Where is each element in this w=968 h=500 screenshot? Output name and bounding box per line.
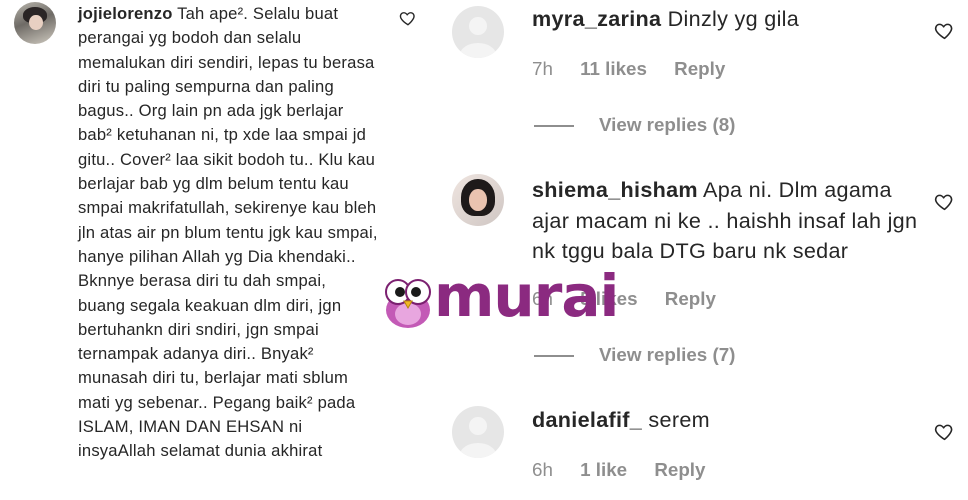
replies-line <box>534 125 574 127</box>
left-comment-panel: jojielorenzo Tah ape². Selalu buat peran… <box>0 0 432 500</box>
view-replies-button[interactable]: View replies (7) <box>599 344 735 366</box>
avatar-shiema-hisham[interactable] <box>452 174 504 226</box>
reply-button[interactable]: Reply <box>654 459 705 480</box>
comment-body: myra_zarina Dinzly yg gila <box>532 4 922 35</box>
right-comment-panel: myra_zarina Dinzly yg gila 7h 11 likes R… <box>440 0 968 500</box>
comment-body: danielafif_ serem <box>532 405 922 436</box>
avatar-myra-zarina[interactable] <box>452 6 504 58</box>
view-replies-button[interactable]: View replies (8) <box>599 114 735 136</box>
likes-count[interactable]: 1 like <box>580 459 627 480</box>
comment-text: Dinzly yg gila <box>667 6 800 31</box>
comment-time: 6h <box>532 459 553 480</box>
comment-time: 7h <box>532 58 553 79</box>
comment-text: Tah ape². Selalu buat perangai yg bodoh … <box>78 4 378 461</box>
comment-body: jojielorenzo Tah ape². Selalu buat peran… <box>78 2 378 464</box>
comment-username[interactable]: myra_zarina <box>532 6 661 31</box>
comment-meta: 6h 1 like Reply <box>532 459 727 481</box>
watermark-text: murai <box>434 262 619 330</box>
comment-body: shiema_hisham Apa ni. Dlm agama ajar mac… <box>532 175 922 267</box>
reply-button[interactable]: Reply <box>674 58 725 79</box>
avatar-jojielorenzo[interactable] <box>14 2 56 44</box>
heart-outline-icon[interactable] <box>399 9 417 27</box>
panel-divider <box>432 0 440 500</box>
murai-watermark-logo: murai <box>382 262 619 334</box>
heart-outline-icon[interactable] <box>934 421 955 442</box>
bird-mascot-icon <box>385 279 431 328</box>
reply-button[interactable]: Reply <box>665 288 716 309</box>
heart-outline-icon[interactable] <box>934 20 955 41</box>
comment-username[interactable]: shiema_hisham <box>532 177 698 202</box>
likes-count[interactable]: 11 likes <box>580 58 647 79</box>
comment-username[interactable]: danielafif_ <box>532 407 642 432</box>
replies-line <box>534 355 574 357</box>
comment-meta: 7h 11 likes Reply <box>532 58 747 80</box>
comment-username[interactable]: jojielorenzo <box>78 4 173 23</box>
comment-text: serem <box>648 407 710 432</box>
avatar-danielafif[interactable] <box>452 406 504 458</box>
heart-outline-icon[interactable] <box>934 191 955 212</box>
